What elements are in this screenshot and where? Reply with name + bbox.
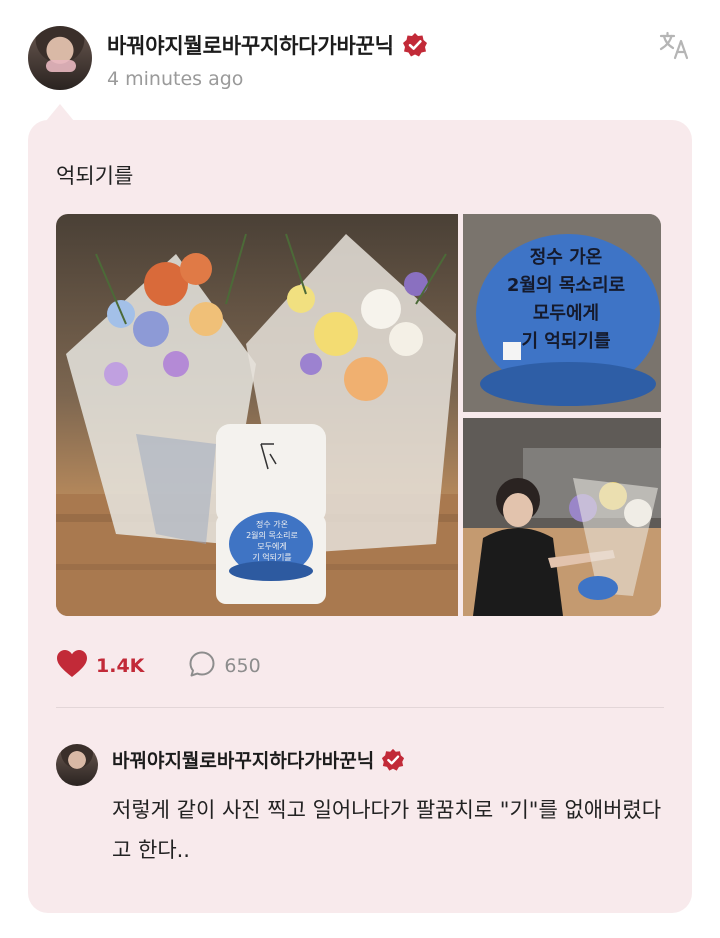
comment-bubble-icon: [188, 650, 216, 682]
reply-author-name[interactable]: 바꿔야지뭘로바꾸지하다가바꾼닉: [112, 746, 374, 773]
selfie-photo[interactable]: [463, 418, 661, 616]
post-timestamp: 4 minutes ago: [107, 68, 244, 90]
small-cake-lettering: 정수 가온 2월의 목소리로 모두에게 기 억되기를: [236, 519, 308, 563]
comment-count: 650: [224, 655, 261, 677]
verified-badge-icon: [381, 748, 405, 772]
cake-photo[interactable]: 정수 가온 2월의 목소리로 모두에게 기 억되기를: [463, 214, 661, 412]
author-name[interactable]: 바꿔야지뭘로바꾸지하다가바꾼닉: [107, 30, 394, 60]
post-bubble: 억되기를 정수 가온 2월의 목소리로 모두에게 기 억되기를 정수 가온 2월…: [28, 120, 692, 913]
author-avatar[interactable]: [28, 26, 92, 90]
bubble-tail: [46, 104, 74, 121]
comment-button[interactable]: 650: [188, 650, 261, 682]
reply-text: 저렇게 같이 사진 찍고 일어나다가 팔꿈치로 "기"를 없애버렸다고 한다..: [112, 798, 662, 862]
author-row: 바꿔야지뭘로바꾸지하다가바꾼닉: [107, 30, 428, 60]
small-cake-line: 모두에게: [257, 542, 287, 551]
cake-lettering: 정수 가온 2월의 목소리로 모두에게 기 억되기를: [481, 244, 651, 356]
post-actions: 1.4K 650: [56, 650, 261, 682]
cake-line: 모두에게: [532, 303, 600, 324]
small-cake-line: 기 억되기를: [252, 553, 292, 562]
small-cake-line: 정수 가온: [256, 520, 288, 529]
reply-author-row: 바꿔야지뭘로바꾸지하다가바꾼닉: [112, 746, 405, 773]
post-header: 바꿔야지뭘로바꾸지하다가바꾼닉 4 minutes ago: [0, 0, 720, 110]
small-cake-line: 2월의 목소리로: [246, 531, 298, 540]
photo-grid: 정수 가온 2월의 목소리로 모두에게 기 억되기를 정수 가온 2월의 목소리…: [56, 214, 661, 616]
reply-avatar[interactable]: [56, 744, 98, 786]
heart-icon: [56, 649, 88, 683]
like-count: 1.4K: [96, 655, 145, 677]
cake-line: 2월의 목소리로: [506, 275, 626, 296]
bouquet-photo[interactable]: 정수 가온 2월의 목소리로 모두에게 기 억되기를: [56, 214, 458, 616]
translate-icon[interactable]: [658, 28, 692, 62]
like-button[interactable]: 1.4K: [56, 649, 144, 683]
verified-badge-icon: [402, 32, 428, 58]
divider: [56, 707, 664, 708]
cake-line: 정수 가온: [529, 247, 603, 268]
post-text: 억되기를: [56, 164, 134, 188]
cake-line: 기 억되기를: [521, 331, 611, 352]
